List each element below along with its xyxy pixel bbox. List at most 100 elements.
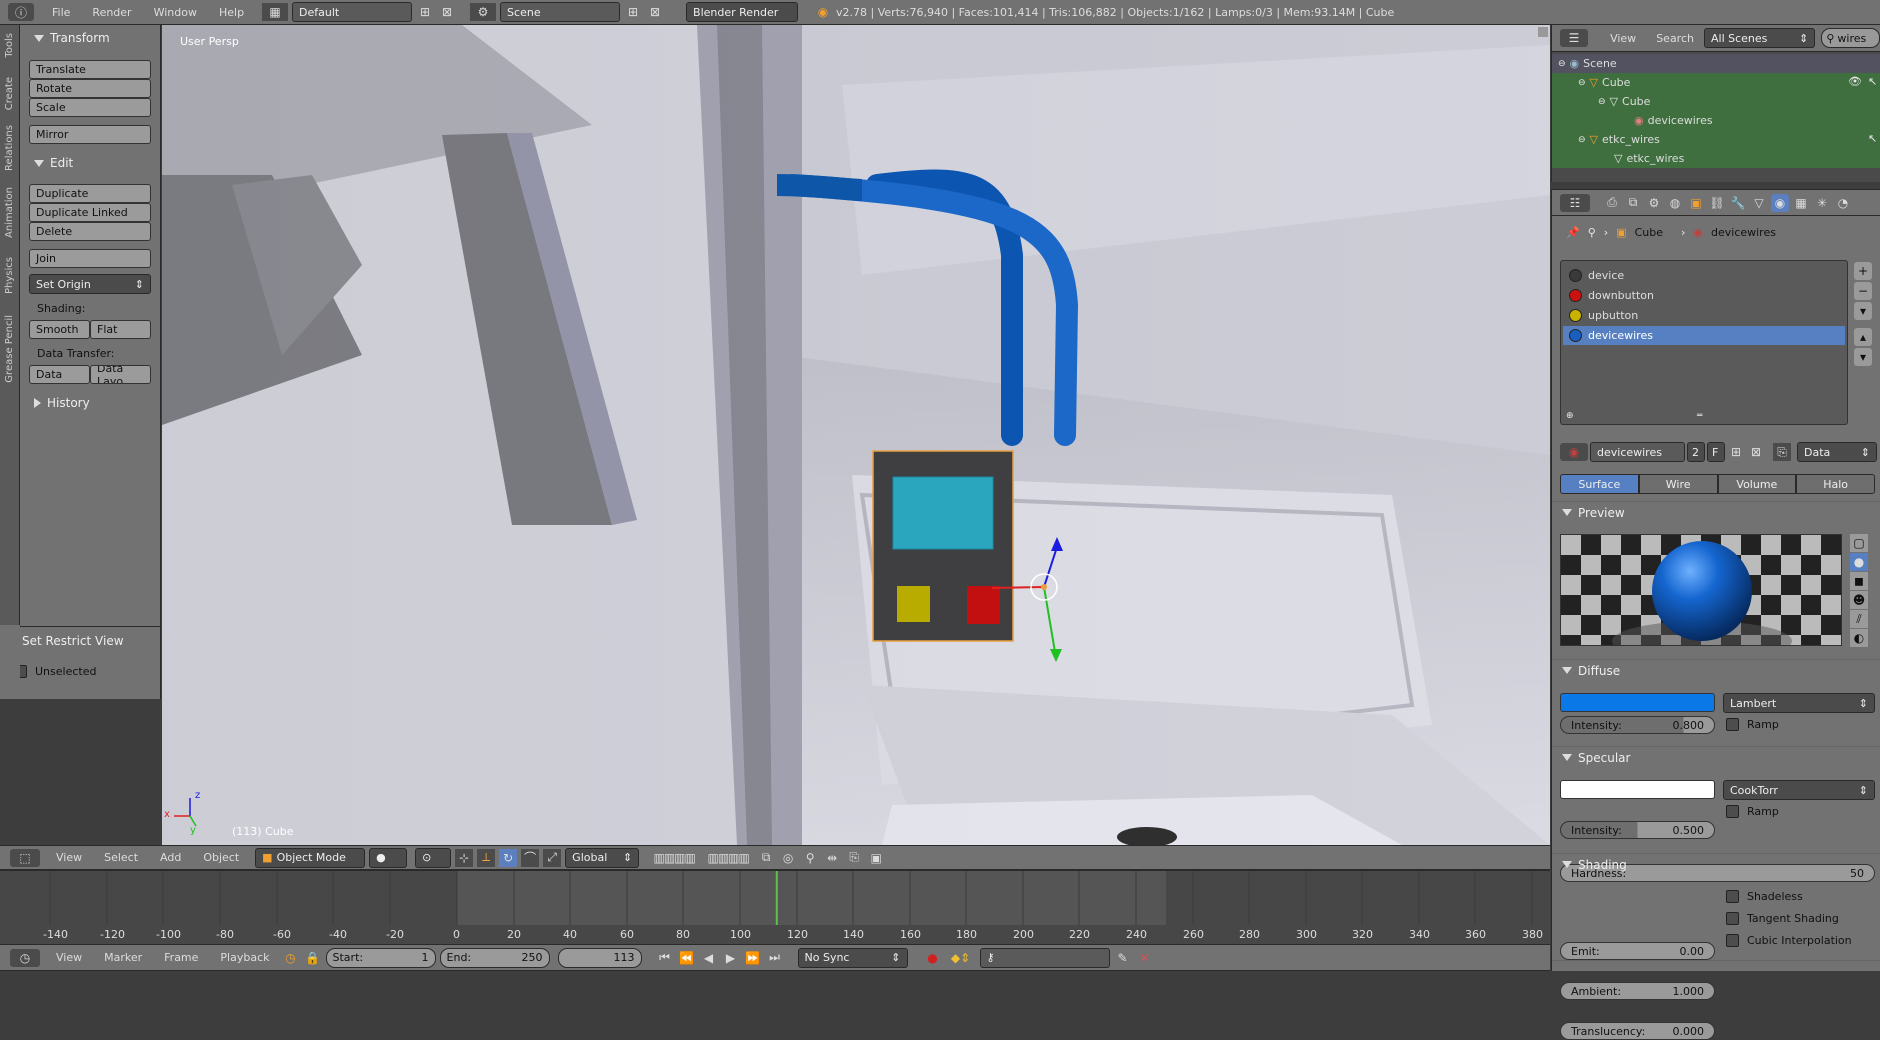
diffuse-intensity-slider[interactable]: Intensity: 0.800 [1560, 716, 1715, 734]
menu-object[interactable]: Object [203, 851, 239, 864]
material-slot-item[interactable]: upbutton [1563, 306, 1845, 325]
menu-render[interactable]: Render [92, 6, 131, 19]
mirror-button[interactable]: Mirror [29, 125, 151, 144]
screen-layout-icon[interactable]: ▦ [262, 3, 289, 21]
menu-window[interactable]: Window [154, 6, 197, 19]
play-reverse-icon[interactable]: ◀ [700, 949, 718, 967]
smooth-button[interactable]: Smooth [29, 320, 90, 339]
scene-icon[interactable]: ⚙ [470, 3, 497, 21]
menu-help[interactable]: Help [219, 6, 244, 19]
play-icon[interactable]: ▶ [722, 949, 740, 967]
tab-halo[interactable]: Halo [1796, 474, 1875, 494]
move-down-icon[interactable]: ▾ [1854, 348, 1872, 366]
transform-panel-header[interactable]: Transform [34, 31, 110, 45]
scale-manipulator-icon[interactable]: ⌒ [521, 848, 540, 867]
material-slot-item[interactable]: device [1563, 266, 1845, 285]
jump-end-icon[interactable]: ⏭ [766, 949, 784, 967]
delete-keyframe-icon[interactable]: ✕ [1136, 949, 1154, 967]
move-up-icon[interactable]: ▴ [1854, 328, 1872, 346]
keyframe-icon[interactable]: ◆⇕ [946, 949, 976, 967]
preview-panel-header[interactable]: Preview [1552, 501, 1880, 523]
timeline-editor-icon[interactable]: ◷ [10, 948, 40, 967]
viewport-corner-handle[interactable] [1538, 27, 1548, 37]
add-slot-icon[interactable]: + [1854, 262, 1872, 280]
info-editor-icon[interactable]: ⓘ [8, 3, 34, 21]
translate-button[interactable]: Translate [29, 60, 151, 79]
specular-ramp-checkbox[interactable] [1726, 805, 1739, 818]
history-panel-header[interactable]: History [34, 396, 90, 410]
mode-dropdown[interactable]: ■ Object Mode [255, 847, 366, 868]
diffuse-ramp-option[interactable]: Ramp [1726, 718, 1779, 731]
next-panel-header[interactable] [1552, 960, 1880, 971]
lock-range-icon[interactable]: 🔒 [304, 949, 322, 967]
render-engine-dropdown[interactable]: Blender Render [686, 2, 799, 22]
material-users-count[interactable]: 2 [1687, 442, 1705, 462]
diffuse-ramp-checkbox[interactable] [1726, 718, 1739, 731]
outliner-editor-icon[interactable]: ☰ [1560, 29, 1589, 47]
world-tab-icon[interactable]: ◍ [1666, 194, 1684, 212]
node-toggle-icon[interactable]: ⎘ [1773, 443, 1791, 461]
cubic-interpolation-checkbox[interactable] [1726, 934, 1739, 947]
shading-panel-header[interactable]: Shading [1552, 853, 1880, 875]
render-preview-icon[interactable]: ⎘ [845, 849, 863, 867]
specular-ramp-option[interactable]: Ramp [1726, 805, 1779, 818]
display-mode-dropdown[interactable]: All Scenes ⇕ [1703, 28, 1816, 48]
manipulator-toggle-icon[interactable]: ⊹ [455, 848, 474, 867]
keying-set-field[interactable]: ⚷ [979, 947, 1110, 968]
preview-flat-icon[interactable]: ▢ [1850, 534, 1868, 552]
preview-hair-icon[interactable]: ⫽ [1850, 610, 1868, 628]
add-scene-icon[interactable]: ⊞ [624, 3, 642, 21]
outliner-row-scene[interactable]: ⊖ ◉ Scene [1552, 54, 1880, 73]
insert-keyframe-icon[interactable]: ✎ [1114, 949, 1132, 967]
properties-editor-icon[interactable]: ☷ [1560, 193, 1590, 212]
lock-layers-icon[interactable]: ⧉ [757, 849, 775, 867]
material-slot-item[interactable]: downbutton [1563, 286, 1845, 305]
outliner-menu-search[interactable]: Search [1656, 32, 1694, 45]
scale-button[interactable]: Scale [29, 98, 151, 117]
material-browse-icon[interactable]: ◉ [1560, 443, 1588, 461]
shadeless-checkbox[interactable] [1726, 890, 1739, 903]
duplicate-button[interactable]: Duplicate [29, 184, 151, 203]
scene-tab-icon[interactable]: ⚙ [1645, 194, 1663, 212]
diffuse-panel-header[interactable]: Diffuse [1552, 659, 1880, 681]
menu-file[interactable]: File [52, 6, 70, 19]
timeline-menu-playback[interactable]: Playback [220, 951, 269, 964]
scale-handle-icon[interactable]: ⤢ [543, 848, 562, 867]
tab-animation[interactable]: Animation [4, 187, 15, 238]
translucency-slider[interactable]: Translucency: 0.000 [1560, 1022, 1715, 1040]
shadeless-option[interactable]: Shadeless [1726, 890, 1803, 903]
outliner-row-cube-object[interactable]: ⊖ ▽ Cube 👁 ↖ [1552, 73, 1880, 92]
end-frame-field[interactable]: End: 250 [439, 947, 550, 968]
outliner-row-cube-mesh[interactable]: ⊖ ▽ Cube [1552, 92, 1880, 111]
tangent-shading-option[interactable]: Tangent Shading [1726, 912, 1839, 925]
tangent-shading-checkbox[interactable] [1726, 912, 1739, 925]
render-anim-icon[interactable]: ▣ [867, 849, 885, 867]
material-slot-item-selected[interactable]: devicewires [1563, 326, 1845, 345]
timeline-menu-marker[interactable]: Marker [104, 951, 142, 964]
layout-field[interactable]: Default [292, 2, 413, 22]
pivot-point-dropdown[interactable]: ⊙ [415, 847, 452, 868]
modifiers-tab-icon[interactable]: 🔧 [1729, 194, 1747, 212]
duplicate-linked-button[interactable]: Duplicate Linked [29, 203, 151, 222]
preview-range-icon[interactable]: ◷ [282, 949, 300, 967]
pin-icon[interactable]: 📌 [1566, 226, 1580, 239]
menu-add[interactable]: Add [160, 851, 181, 864]
layers-2-icon[interactable]: ▥▥▥▥ [703, 849, 753, 867]
data-transfer-button[interactable]: Data [29, 365, 90, 384]
unselected-option[interactable]: Unselected [14, 665, 96, 678]
tab-volume[interactable]: Volume [1717, 474, 1797, 494]
constraints-tab-icon[interactable]: ⛓ [1708, 194, 1726, 212]
slot-specials-icon[interactable]: ▾ [1854, 302, 1872, 320]
preview-sphere-icon[interactable]: ● [1850, 553, 1868, 571]
restrict-view-panel-header[interactable]: Set Restrict View [6, 634, 124, 648]
tab-wire[interactable]: Wire [1638, 474, 1718, 494]
scene-field[interactable]: Scene [500, 2, 621, 22]
tab-relations[interactable]: Relations [4, 125, 15, 171]
physics-tab-icon[interactable]: ◔ [1834, 194, 1852, 212]
jump-keyframe-forward-icon[interactable]: ⏩ [744, 949, 762, 967]
list-resize-handle[interactable]: ⊕ [1566, 411, 1574, 421]
outliner-row-devicewires[interactable]: ◉ devicewires [1552, 111, 1880, 130]
jump-keyframe-back-icon[interactable]: ⏪ [678, 949, 696, 967]
tab-tools[interactable]: Tools [4, 33, 15, 58]
collapse-icon[interactable]: ⊖ [1558, 59, 1566, 69]
